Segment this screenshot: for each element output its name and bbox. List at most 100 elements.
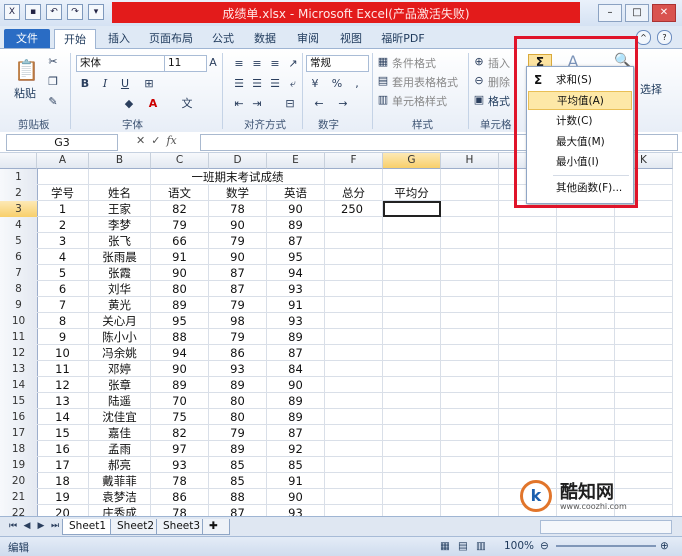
table-cell[interactable] (499, 409, 557, 425)
next-sheet-icon[interactable]: ▶ (34, 520, 48, 533)
table-row-cell[interactable]: 7 (37, 297, 89, 313)
table-row-cell[interactable]: 1 (37, 201, 89, 217)
table-cell[interactable] (441, 489, 499, 505)
row-header[interactable]: 4 (0, 217, 38, 234)
table-cell[interactable] (441, 233, 499, 249)
table-cell[interactable] (325, 329, 383, 345)
table-cell[interactable] (615, 329, 673, 345)
format-painter-icon[interactable]: ✎ (46, 95, 60, 108)
paste-icon[interactable]: 📋 (14, 57, 39, 83)
table-cell[interactable]: 学号 (37, 185, 89, 201)
table-cell[interactable] (557, 393, 615, 409)
row-header[interactable]: 17 (0, 425, 38, 442)
table-row-cell[interactable]: 78 (209, 201, 267, 217)
table-cell[interactable]: 数学 (209, 185, 267, 201)
table-row-cell[interactable]: 14 (37, 409, 89, 425)
table-row-cell[interactable]: 79 (151, 217, 209, 233)
table-cell[interactable] (615, 297, 673, 313)
table-cell[interactable] (383, 329, 441, 345)
table-row-cell[interactable]: 91 (151, 249, 209, 265)
table-format-button[interactable]: 套用表格格式 (392, 74, 458, 90)
table-row-cell[interactable]: 84 (267, 361, 325, 377)
table-row-cell[interactable]: 90 (267, 377, 325, 393)
tab-home[interactable]: 开始 (54, 29, 96, 49)
table-row-cell[interactable]: 82 (151, 201, 209, 217)
table-row-cell[interactable]: 嘉佳 (89, 425, 151, 441)
table-row-cell[interactable]: 89 (209, 377, 267, 393)
table-cell[interactable] (325, 265, 383, 281)
table-row-cell[interactable]: 戴菲菲 (89, 473, 151, 489)
table-row-cell[interactable]: 91 (267, 473, 325, 489)
table-row-cell[interactable]: 郝亮 (89, 457, 151, 473)
table-cell[interactable] (325, 297, 383, 313)
prev-sheet-icon[interactable]: ◀ (20, 520, 34, 533)
table-cell[interactable] (499, 345, 557, 361)
close-button[interactable]: ✕ (652, 4, 676, 22)
table-cell[interactable] (499, 329, 557, 345)
table-cell[interactable] (615, 249, 673, 265)
table-cell[interactable] (557, 441, 615, 457)
table-cell[interactable] (615, 313, 673, 329)
column-header[interactable]: D (209, 153, 267, 169)
table-row-cell[interactable]: 89 (267, 329, 325, 345)
table-cell[interactable] (615, 457, 673, 473)
row-header[interactable]: 12 (0, 345, 38, 362)
row-header[interactable]: 8 (0, 281, 38, 298)
table-cell[interactable] (325, 169, 383, 185)
table-cell[interactable] (89, 169, 151, 185)
column-header[interactable]: H (441, 153, 499, 169)
table-row-cell[interactable]: 66 (151, 233, 209, 249)
conditional-format-icon[interactable]: ▦ (376, 55, 390, 68)
table-cell[interactable] (383, 265, 441, 281)
table-row-cell[interactable]: 87 (267, 425, 325, 441)
table-cell[interactable] (383, 281, 441, 297)
zoom-level[interactable]: 100% (504, 540, 534, 552)
table-row-cell[interactable]: 86 (209, 345, 267, 361)
table-row-cell[interactable]: 11 (37, 361, 89, 377)
table-cell[interactable] (383, 233, 441, 249)
table-row-cell[interactable]: 91 (267, 297, 325, 313)
table-row-cell[interactable]: 87 (267, 345, 325, 361)
table-cell[interactable] (37, 169, 89, 185)
table-cell[interactable] (441, 249, 499, 265)
row-header[interactable]: 19 (0, 457, 38, 474)
fill-color-icon[interactable]: ◆ (122, 97, 136, 110)
table-cell[interactable] (615, 377, 673, 393)
table-row-cell[interactable]: 9 (37, 329, 89, 345)
table-cell[interactable] (441, 169, 499, 185)
row-header[interactable]: 3 (0, 201, 38, 218)
first-sheet-icon[interactable]: ⏮ (6, 520, 20, 533)
table-cell[interactable] (325, 345, 383, 361)
align-middle-icon[interactable]: ≡ (250, 57, 264, 70)
table-format-icon[interactable]: ▤ (376, 74, 390, 87)
row-header[interactable]: 20 (0, 473, 38, 490)
table-cell[interactable] (325, 441, 383, 457)
table-row-cell[interactable]: 82 (151, 425, 209, 441)
table-row-cell[interactable]: 90 (267, 489, 325, 505)
table-cell[interactable] (325, 313, 383, 329)
sheet-title[interactable]: 一班期末考试成绩 (151, 169, 325, 185)
table-row-cell[interactable]: 黄光 (89, 297, 151, 313)
align-right-icon[interactable]: ☰ (268, 77, 282, 90)
table-row-cell[interactable]: 孟雨 (89, 441, 151, 457)
currency-icon[interactable]: ¥ (308, 77, 322, 90)
tab-view[interactable]: 视图 (336, 29, 366, 48)
table-row-cell[interactable]: 80 (209, 393, 267, 409)
comma-icon[interactable]: , (350, 77, 364, 90)
table-row-cell[interactable]: 刘华 (89, 281, 151, 297)
table-row-cell[interactable]: 94 (267, 265, 325, 281)
table-cell[interactable]: 英语 (267, 185, 325, 201)
row-header[interactable]: 2 (0, 185, 38, 202)
sheet-tab-1[interactable]: Sheet1 (62, 519, 114, 535)
table-cell[interactable] (383, 489, 441, 505)
customize-qat-icon[interactable]: ▾ (88, 4, 104, 20)
row-header[interactable]: 5 (0, 233, 38, 250)
table-row-cell[interactable]: 89 (267, 409, 325, 425)
table-cell[interactable]: 语文 (151, 185, 209, 201)
table-row-cell[interactable]: 89 (267, 393, 325, 409)
zoom-slider[interactable] (556, 545, 656, 547)
table-cell[interactable] (441, 457, 499, 473)
maximize-button[interactable]: □ (625, 4, 649, 22)
table-cell[interactable] (615, 425, 673, 441)
row-header[interactable]: 13 (0, 361, 38, 378)
